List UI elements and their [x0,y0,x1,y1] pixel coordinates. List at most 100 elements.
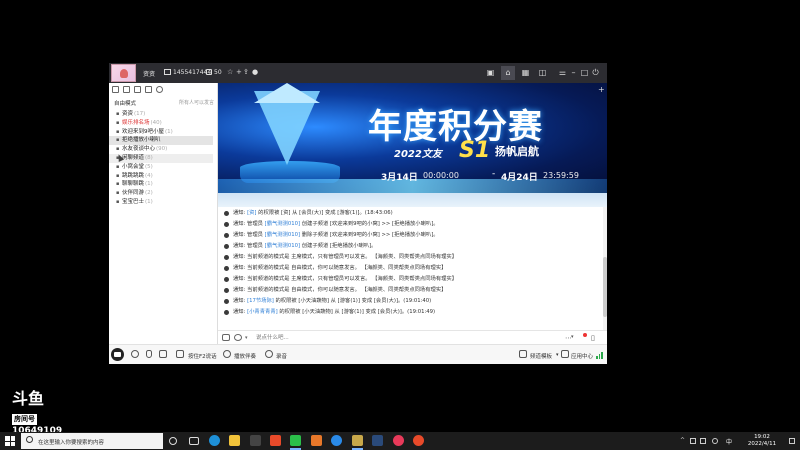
user-list-icon[interactable] [112,86,119,93]
favorite-star-icon[interactable]: ☆ [227,68,233,76]
channel-mode-row[interactable]: 自由模式 所有人可以发言 [114,99,216,107]
expand-icon[interactable]: ▪ [116,189,119,198]
speaker-button[interactable] [111,348,124,361]
channel-item[interactable]: ▪ 欢迎来到9吧小屋(1) [109,128,213,137]
close-icon[interactable]: ⏻ [590,67,601,78]
task-view-icon[interactable] [189,437,199,445]
gamepad-icon[interactable]: ◫ [537,67,548,78]
app-center-icon[interactable] [561,350,569,358]
channel-template-button[interactable]: 频道模板 [530,352,552,360]
steam-icon[interactable] [372,435,383,446]
skin-icon[interactable]: ⚌ [557,67,568,78]
windows-start-icon[interactable] [5,436,15,446]
notice-icon [224,232,229,238]
volume-tray-icon[interactable] [712,438,718,444]
taskbar-clock[interactable]: 19:02 2022/4/11 [740,434,784,448]
app-icon-red[interactable] [393,435,404,446]
channel-template-icon[interactable] [519,350,527,358]
push-to-talk-label[interactable]: 按住F2说话 [188,352,217,360]
channel-item[interactable]: ▪ 伙伴同游(2) [109,189,213,198]
user-level: 50 [214,69,222,76]
calendar-icon[interactable] [145,86,152,93]
channel-list: ▪ 资资(17) ▪ 娱乐排名场(40) ▪ 欢迎来到9吧小屋(1) ▪ 拒绝播放小喇叭… [109,110,213,207]
channel-item[interactable]: ▪ 闲聊频道(8) [109,153,213,163]
signal-strength-icon [596,351,604,359]
expand-icon[interactable]: ▪ [116,110,119,119]
play-accompaniment-button[interactable]: 播放伴奏 [234,352,256,360]
channel-item[interactable]: ▪ 宝宝巴士(1) [109,198,213,207]
minimize-icon[interactable]: – [568,67,579,78]
banner-end-date: 4月24日 [501,173,538,183]
dropdown-arrow-icon[interactable]: ▾ [245,335,253,342]
channel-item[interactable]: ▪ 资资(17) [109,110,213,119]
douyu-logo: 斗鱼 [12,389,45,408]
location-icon[interactable] [134,86,141,93]
emoji-icon[interactable] [234,334,242,341]
channel-item[interactable]: ▪ 跳跳跳跳(4) [109,172,213,181]
windows-taskbar: 在这里输入你要搜索的内容 ^ 中 19:02 2022/4/11 [0,432,800,450]
event-banner[interactable]: 年度积分赛 2022文友 S1 扬帆启航 3月14日 00:00:00 - 4月… [218,83,607,193]
equalizer-icon[interactable] [159,350,167,358]
cortana-icon[interactable] [169,437,177,445]
edge-browser-icon[interactable] [209,435,220,446]
music-note-icon[interactable] [223,350,231,358]
expand-icon[interactable]: ▪ [116,136,119,145]
tray-expand-icon[interactable]: ^ [680,437,686,444]
wechat-icon[interactable] [290,435,301,446]
app-icon-blue[interactable] [331,435,342,446]
info-icon[interactable]: ● [252,68,258,76]
notice-icon [224,287,229,293]
add-icon[interactable]: + [236,68,242,76]
expand-icon[interactable]: ▪ [116,172,119,181]
expand-icon[interactable]: ▪ [116,128,119,137]
settings-icon[interactable] [123,86,130,93]
video-icon[interactable]: ▣ [485,67,496,78]
expand-icon[interactable]: ▪ [116,180,119,189]
taskbar-search[interactable]: 在这里输入你要搜索的内容 [21,433,163,449]
expand-icon[interactable]: ▪ [116,145,119,154]
channel-item-selected[interactable]: ▪ 拒绝播放小喇叭 [109,136,213,146]
channel-item[interactable]: ▪ 娱乐排名场(40) [109,119,213,128]
chat-scrollbar[interactable] [603,207,607,330]
voice-chat-app-icon[interactable] [352,435,363,446]
keyboard-icon[interactable] [176,350,184,358]
channel-item[interactable]: ▪ 水友夜谈中心(90) [109,145,213,154]
channel-avatar[interactable] [111,64,136,82]
app-center-button[interactable]: 应用中心 [571,352,593,360]
office-icon[interactable] [270,435,281,446]
notification-center-icon[interactable] [789,438,795,444]
chat-scroll-thumb[interactable] [603,257,607,317]
app-icon-orange[interactable] [311,435,322,446]
crystal-top [254,83,320,103]
tray-app-icon[interactable] [690,438,696,444]
expand-arrow-icon[interactable]: ▾ [571,334,574,340]
grid-icon[interactable]: ▦ [520,67,531,78]
banner-end-time: 23:59:59 [543,171,579,180]
template-dropdown-icon[interactable]: ▾ [556,352,559,358]
expand-icon[interactable]: ▪ [116,198,119,207]
maximize-icon[interactable]: □ [579,67,590,78]
banner-close-icon[interactable]: + [598,85,605,94]
search-icon[interactable] [156,86,163,93]
record-icon[interactable] [265,350,273,358]
microphone-icon[interactable] [146,350,152,358]
chat-tools-icon[interactable] [222,334,230,341]
notice-icon [224,221,229,227]
message-input[interactable] [256,333,556,343]
app-icon-pink[interactable] [413,435,424,446]
share-icon[interactable]: ⇪ [243,68,249,76]
title-bar: 资资 1455417444 50 ☆ + ⇪ ● ▣ ⌂ ▦ ◫ ⚌ – □ ⏻ [109,63,607,83]
channel-item[interactable]: ▪ 聊聊聊跳(1) [109,180,213,189]
network-icon[interactable] [700,438,706,444]
gift-icon[interactable]: ▯ [591,334,595,342]
file-explorer-icon[interactable] [229,435,240,446]
record-button[interactable]: 录音 [276,352,287,360]
banner-start-time: 00:00:00 [423,171,459,180]
input-language[interactable]: 中 [726,437,732,446]
home-icon[interactable]: ⌂ [501,66,515,80]
expand-icon[interactable]: ▪ [116,163,119,172]
app-icon-dark[interactable] [250,435,261,446]
volume-icon[interactable] [131,350,139,358]
expand-icon[interactable]: ▪ [116,119,119,128]
channel-item[interactable]: ▪ 小窝会堂(5) [109,163,213,172]
